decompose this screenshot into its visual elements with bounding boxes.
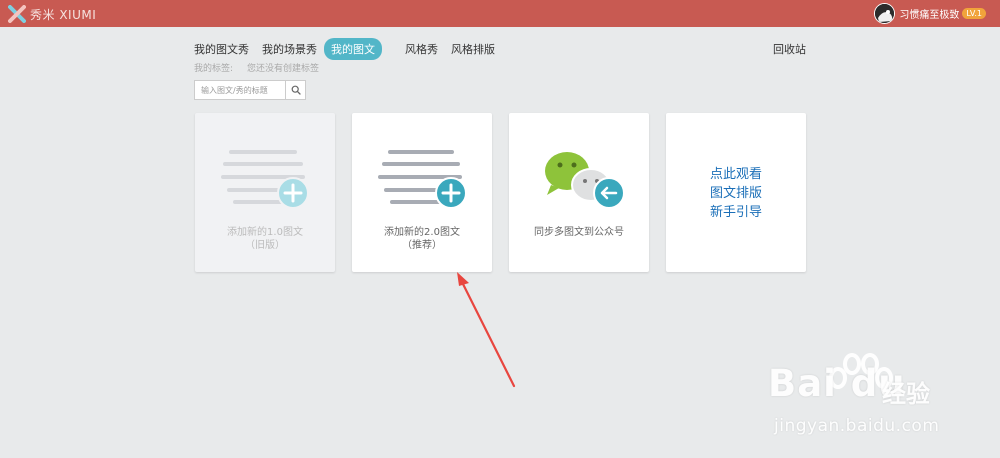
baidu-watermark: Bai du 经验 jingyan.baidu.com xyxy=(750,340,1000,458)
xiumi-logo-icon xyxy=(8,5,26,23)
add-article-v1-card[interactable]: 添加新的1.0图文 （旧版） xyxy=(195,113,335,272)
tab-style-show[interactable]: 风格秀 xyxy=(399,39,444,59)
tab-style-layout[interactable]: 风格排版 xyxy=(445,39,501,59)
tag-bar: 我的标签: 您还没有创建标签 xyxy=(194,61,319,74)
add-article-v2-card[interactable]: 添加新的2.0图文 （推荐） xyxy=(352,113,492,272)
brand-logo[interactable]: 秀米 XIUMI xyxy=(8,5,96,23)
watermark-brand: Bai du xyxy=(768,362,906,405)
wechat-sync-icon xyxy=(545,152,625,209)
card-v2-title: 添加新的2.0图文 xyxy=(384,227,460,238)
card-sync-title: 同步多图文到公众号 xyxy=(534,227,624,238)
recycle-bin-link[interactable]: 回收站 xyxy=(773,41,806,57)
watermark-url: jingyan.baidu.com xyxy=(774,416,940,436)
level-badge: LV.1 xyxy=(962,8,986,19)
tab-my-scene-show[interactable]: 我的场景秀 xyxy=(256,39,323,59)
tab-my-article-show[interactable]: 我的图文秀 xyxy=(188,39,255,59)
search-box xyxy=(194,80,306,100)
card-v1-title: 添加新的1.0图文 xyxy=(227,227,303,238)
top-bar: 秀米 XIUMI 习惯痛至极致 LV.1 xyxy=(0,0,1000,27)
tags-label: 我的标签: xyxy=(194,64,234,74)
search-input[interactable] xyxy=(195,81,285,99)
search-icon xyxy=(291,85,301,95)
search-button[interactable] xyxy=(285,81,305,99)
sync-to-wechat-card[interactable]: 同步多图文到公众号 xyxy=(509,113,649,272)
avatar-image-icon xyxy=(875,4,895,23)
guide-line-2: 图文排版 xyxy=(709,186,762,201)
watermark-cn: 经验 xyxy=(882,380,930,408)
annotation-arrow-icon xyxy=(457,272,516,388)
guide-line-1: 点此观看 xyxy=(709,167,762,182)
document-add-icon xyxy=(378,150,467,209)
user-menu[interactable]: 习惯痛至极致 LV.1 xyxy=(874,3,986,24)
card-v2-subtitle: （推荐） xyxy=(402,240,442,251)
card-v1-subtitle: （旧版） xyxy=(245,240,285,251)
paw-icon xyxy=(829,353,893,389)
guide-text: 点此观看 图文排版 新手引导 xyxy=(666,165,806,222)
tab-my-articles[interactable]: 我的图文 xyxy=(324,38,382,60)
beginner-guide-card[interactable]: 点此观看 图文排版 新手引导 xyxy=(666,113,806,272)
document-add-icon xyxy=(221,150,309,209)
username[interactable]: 习惯痛至极致 xyxy=(899,6,959,21)
avatar[interactable] xyxy=(874,3,896,24)
tags-empty-message: 您还没有创建标签 xyxy=(247,64,320,74)
guide-line-3: 新手引导 xyxy=(709,205,762,220)
main-tabs: 我的图文秀 我的场景秀 我的图文 风格秀 风格排版 xyxy=(188,38,502,60)
brand-name: 秀米 XIUMI xyxy=(30,7,97,22)
